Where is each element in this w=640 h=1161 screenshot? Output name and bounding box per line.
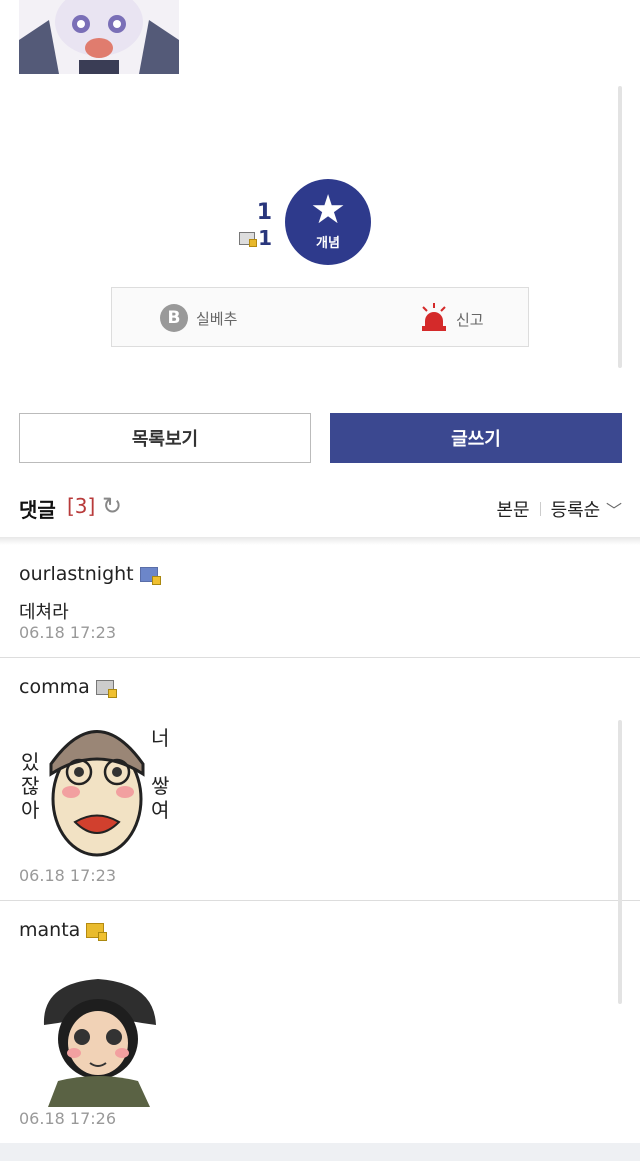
comment-author-name: comma: [19, 676, 90, 698]
comment-sort: 본문 등록순 ﹀: [496, 496, 622, 522]
comment-author-name: ourlastnight: [19, 563, 134, 585]
gallog-gold-icon: [86, 922, 108, 941]
b-badge-icon: B: [160, 304, 188, 332]
comment-text: 데쳐라: [19, 602, 69, 623]
concept-recommend-button[interactable]: ★ 개념: [285, 179, 371, 265]
comment-item: manta 06.18 17:26: [0, 901, 640, 1143]
dccon-sticker: 있 잖 아 너 쌓 여: [19, 704, 179, 864]
sort-order-dropdown[interactable]: 등록순 ﹀: [551, 496, 622, 522]
fixed-nick-icon: [239, 231, 258, 247]
comment-time: 06.18 17:23: [19, 623, 116, 642]
comment-author[interactable]: manta: [19, 919, 108, 941]
fixed-count: 1: [258, 226, 272, 250]
silbechu-label: 실베추: [196, 309, 238, 328]
comment-count: [3]: [67, 494, 96, 518]
sort-body-link[interactable]: 본문: [496, 496, 529, 522]
comment-author[interactable]: comma: [19, 676, 117, 698]
up-count: 1: [256, 200, 272, 225]
comment-time: 06.18 17:26: [19, 1109, 116, 1128]
comment-author[interactable]: ourlastnight: [19, 563, 161, 585]
fixed-count-row: 1: [228, 226, 272, 250]
sticker-text-right: 너 쌓 여: [151, 726, 170, 822]
comment-time: 06.18 17:23: [19, 866, 116, 885]
list-button[interactable]: 목록보기: [19, 413, 311, 463]
footer-bar: [0, 1143, 640, 1161]
recommend-counts: 1 1: [228, 200, 272, 250]
silbechu-button[interactable]: B 실베추: [160, 304, 237, 332]
chevron-down-icon: ﹀: [605, 501, 622, 520]
comment-item: comma 있 잖 아 너 쌓 여 06.18 17:23: [0, 658, 640, 901]
scrollbar-top[interactable]: [618, 86, 622, 368]
concept-label: 개념: [316, 235, 340, 251]
gallog-gray-icon: [95, 679, 117, 698]
star-icon: ★: [310, 186, 346, 233]
write-button[interactable]: 글쓰기: [330, 413, 622, 463]
comment-header: 댓글 [3] ↻ 본문 등록순 ﹀: [0, 484, 640, 536]
comment-item: ourlastnight 데쳐라 06.18 17:23: [0, 545, 640, 658]
divider: [539, 502, 541, 516]
comment-title: 댓글: [19, 498, 56, 522]
report-button[interactable]: 신고: [420, 302, 484, 336]
divider: [0, 537, 640, 545]
post-action-box: B 실베추 신고: [111, 287, 529, 347]
siren-icon: [420, 302, 448, 336]
sticker-text-left: 있 잖 아: [21, 750, 40, 822]
sort-order-label: 등록순: [550, 500, 601, 521]
dccon-sticker: [34, 963, 166, 1107]
gallog-blue-icon: [139, 566, 161, 585]
post-image-character: [19, 0, 179, 74]
refresh-icon[interactable]: ↻: [102, 492, 122, 520]
comment-author-name: manta: [19, 919, 81, 941]
report-label: 신고: [456, 310, 484, 329]
